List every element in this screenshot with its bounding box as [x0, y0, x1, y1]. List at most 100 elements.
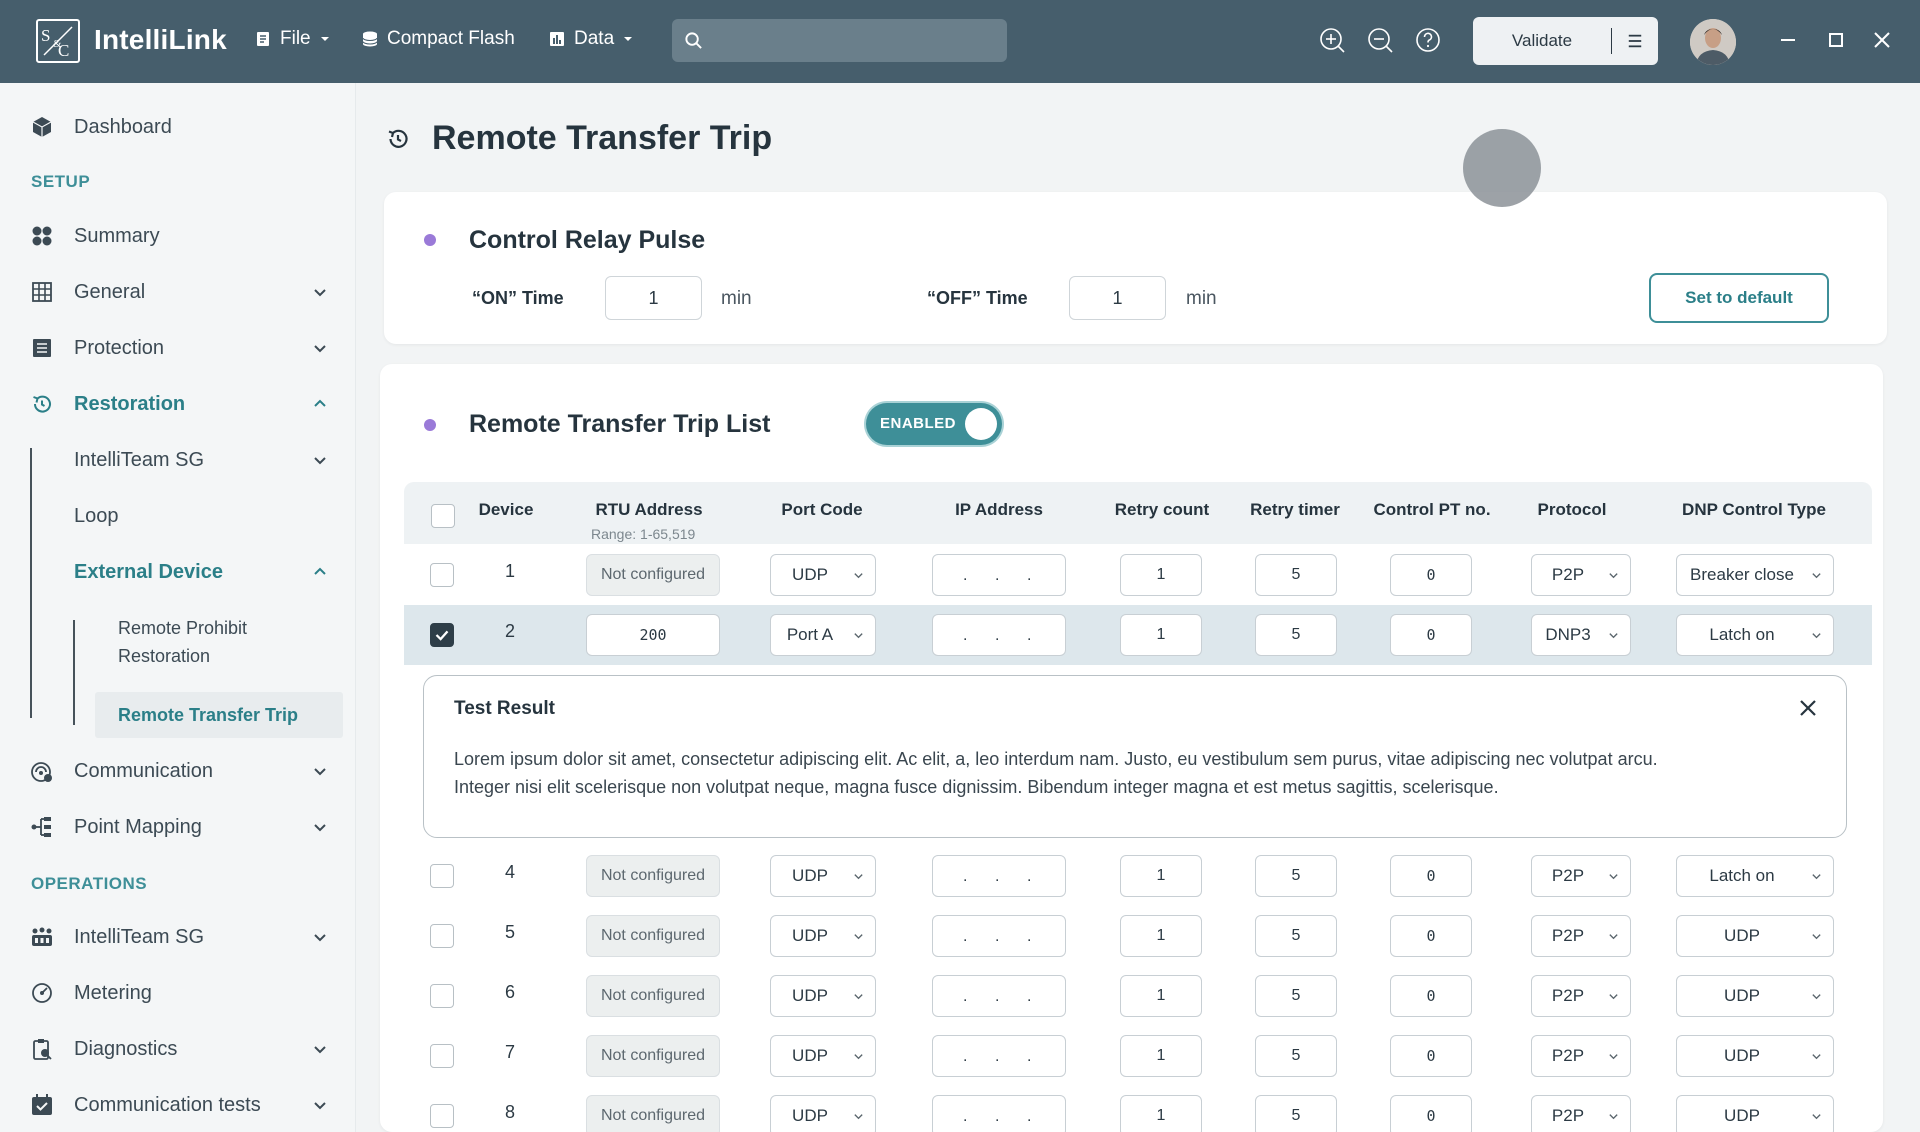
port-code-select[interactable]: UDP — [770, 1035, 876, 1077]
retry-timer-field[interactable]: 5 — [1255, 915, 1337, 957]
sidebar-item-intelliteam-sg[interactable]: IntelliTeam SG — [0, 440, 340, 480]
compact-flash-menu[interactable]: Compact Flash — [361, 28, 515, 50]
retry-count-field[interactable]: 1 — [1120, 855, 1202, 897]
retry-timer-field[interactable]: 5 — [1255, 1035, 1337, 1077]
sidebar-item-communication-tests[interactable]: Communication tests — [0, 1085, 340, 1125]
file-menu[interactable]: File — [254, 28, 331, 50]
sidebar-item-ops-intelliteam-sg[interactable]: IntelliTeam SG — [0, 917, 340, 957]
search-input[interactable] — [712, 25, 997, 55]
retry-timer-field[interactable]: 5 — [1255, 1095, 1337, 1132]
retry-count-field[interactable]: 1 — [1120, 614, 1202, 656]
control-pt-field[interactable]: 0 — [1390, 915, 1472, 957]
set-to-default-button[interactable]: Set to default — [1649, 273, 1829, 323]
sidebar-item-metering[interactable]: Metering — [0, 973, 340, 1013]
maximize-icon[interactable] — [1824, 28, 1848, 52]
search-box[interactable] — [672, 19, 1007, 62]
port-code-select[interactable]: UDP — [770, 975, 876, 1017]
sidebar-item-external-device[interactable]: External Device — [0, 552, 340, 592]
control-pt-field[interactable]: 0 — [1390, 614, 1472, 656]
protocol-select[interactable]: P2P — [1531, 975, 1631, 1017]
ip-address-field[interactable]: ... — [932, 1035, 1066, 1077]
sidebar-item-diagnostics[interactable]: Diagnostics — [0, 1029, 340, 1069]
port-code-select[interactable]: Port A — [770, 614, 876, 656]
dnp-control-type-select[interactable]: UDP — [1676, 915, 1834, 957]
control-pt-field[interactable]: 0 — [1390, 1035, 1472, 1077]
enabled-toggle[interactable]: ENABLED — [866, 403, 1002, 445]
rtu-address-field[interactable]: Not configured — [586, 554, 720, 596]
port-code-select[interactable]: UDP — [770, 855, 876, 897]
sidebar-item-point-mapping[interactable]: Point Mapping — [0, 807, 340, 847]
zoom-in-icon[interactable] — [1318, 26, 1346, 54]
retry-count-field[interactable]: 1 — [1120, 915, 1202, 957]
control-pt-field[interactable]: 0 — [1390, 554, 1472, 596]
ip-address-field[interactable]: ... — [932, 915, 1066, 957]
validate-menu-button[interactable] — [1612, 33, 1658, 49]
close-icon[interactable] — [1797, 697, 1819, 719]
protocol-select[interactable]: P2P — [1531, 915, 1631, 957]
control-pt-field[interactable]: 0 — [1390, 1095, 1472, 1132]
ip-address-field[interactable]: ... — [932, 855, 1066, 897]
rtu-address-field[interactable]: Not configured — [586, 855, 720, 897]
validate-button[interactable]: Validate — [1473, 31, 1611, 51]
protocol-select[interactable]: P2P — [1531, 554, 1631, 596]
port-code-select[interactable]: UDP — [770, 915, 876, 957]
sidebar-item-loop[interactable]: Loop — [0, 496, 340, 536]
sidebar-item-communication[interactable]: Communication — [0, 751, 340, 791]
help-icon[interactable] — [1414, 26, 1442, 54]
select-all-checkbox[interactable] — [431, 504, 455, 528]
row-checkbox[interactable] — [430, 1044, 454, 1068]
sidebar-item-dashboard[interactable]: Dashboard — [0, 107, 340, 147]
protocol-select[interactable]: P2P — [1531, 855, 1631, 897]
port-code-select[interactable]: UDP — [770, 1095, 876, 1132]
retry-count-field[interactable]: 1 — [1120, 1035, 1202, 1077]
row-checkbox[interactable] — [430, 864, 454, 888]
dnp-control-type-select[interactable]: UDP — [1676, 1035, 1834, 1077]
rtu-address-field[interactable]: 200 — [586, 614, 720, 656]
dnp-control-type-select[interactable]: Latch on — [1676, 614, 1834, 656]
retry-count-field[interactable]: 1 — [1120, 1095, 1202, 1132]
data-menu[interactable]: Data — [548, 28, 634, 50]
retry-count-field[interactable]: 1 — [1120, 975, 1202, 1017]
sidebar-item-summary[interactable]: Summary — [0, 216, 340, 256]
retry-timer-field[interactable]: 5 — [1255, 614, 1337, 656]
sidebar-item-remote-prohibit-restoration[interactable]: Remote Prohibit Restoration — [118, 614, 247, 670]
minimize-icon[interactable] — [1776, 28, 1800, 52]
dnp-control-type-select[interactable]: Latch on — [1676, 855, 1834, 897]
off-time-input[interactable]: 1 — [1069, 276, 1166, 320]
close-window-icon[interactable] — [1870, 28, 1894, 52]
row-checkbox[interactable] — [430, 563, 454, 587]
rtu-address-field[interactable]: Not configured — [586, 1035, 720, 1077]
retry-timer-field[interactable]: 5 — [1255, 554, 1337, 596]
user-avatar[interactable] — [1690, 19, 1736, 65]
row-checkbox[interactable] — [430, 623, 454, 647]
section-bullet — [424, 419, 436, 431]
sidebar-item-general[interactable]: General — [0, 272, 340, 312]
sidebar-item-protection[interactable]: Protection — [0, 328, 340, 368]
protocol-select[interactable]: P2P — [1531, 1035, 1631, 1077]
row-checkbox[interactable] — [430, 984, 454, 1008]
retry-timer-field[interactable]: 5 — [1255, 855, 1337, 897]
ip-address-field[interactable]: ... — [932, 554, 1066, 596]
port-code-select[interactable]: UDP — [770, 554, 876, 596]
protocol-select[interactable]: P2P — [1531, 1095, 1631, 1132]
rtu-address-field[interactable]: Not configured — [586, 915, 720, 957]
retry-count-field[interactable]: 1 — [1120, 554, 1202, 596]
control-pt-field[interactable]: 0 — [1390, 855, 1472, 897]
sidebar-item-restoration[interactable]: Restoration — [0, 384, 340, 424]
rtu-address-field[interactable]: Not configured — [586, 1095, 720, 1132]
dnp-control-type-select[interactable]: Breaker close — [1676, 554, 1834, 596]
zoom-out-icon[interactable] — [1366, 26, 1394, 54]
ip-address-field[interactable]: ... — [932, 614, 1066, 656]
ip-address-field[interactable]: ... — [932, 975, 1066, 1017]
control-pt-field[interactable]: 0 — [1390, 975, 1472, 1017]
row-checkbox[interactable] — [430, 1104, 454, 1128]
row-checkbox[interactable] — [430, 924, 454, 948]
rtu-address-field[interactable]: Not configured — [586, 975, 720, 1017]
dnp-control-type-select[interactable]: UDP — [1676, 975, 1834, 1017]
on-time-input[interactable]: 1 — [605, 276, 702, 320]
retry-timer-field[interactable]: 5 — [1255, 975, 1337, 1017]
sidebar-item-remote-transfer-trip[interactable]: Remote Transfer Trip — [95, 692, 343, 738]
dnp-control-type-select[interactable]: UDP — [1676, 1095, 1834, 1132]
ip-address-field[interactable]: ... — [932, 1095, 1066, 1132]
protocol-select[interactable]: DNP3 — [1531, 614, 1631, 656]
